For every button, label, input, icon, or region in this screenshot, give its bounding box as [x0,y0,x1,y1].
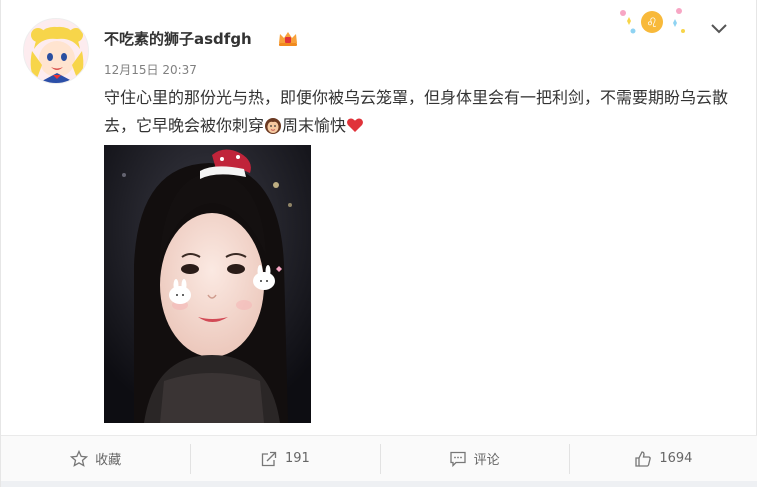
post-text: 守住心里的那份光与热，即便你被乌云笼罩，但身体里会有一把利剑，不需要期盼乌云散去… [104,84,734,140]
favorite-button[interactable]: 收藏 [1,436,190,481]
share-arrow-icon [261,451,277,466]
post-text-main: 守住心里的那份光与热，即便你被乌云笼罩，但身体里会有一把利剑，不需要期盼乌云散去… [104,88,729,135]
avatar-cartoon-icon [24,19,88,83]
repost-count: 191 [284,451,310,466]
weibo-post-card: 不吃素的狮子asdfgh 12月15日 20:37 ♌ 守住心里的那份光与热，即… [0,0,757,487]
comment-label: 评论 [473,453,500,468]
selfie-photo-image [104,145,311,423]
repost-button[interactable]: 191 [190,436,379,481]
red-heart-emoji [347,118,363,132]
leo-zodiac-badge-icon: ♌ [620,8,685,34]
chevron-down-icon[interactable] [708,18,730,38]
like-button[interactable]: 1694 [568,436,757,481]
comment-button[interactable]: 评论 [379,436,569,481]
action-bar: 收藏 191 评论 1694 [1,435,757,481]
like-count: 1694 [659,451,693,466]
star-outline-icon [70,449,89,467]
post-text-end: 周末愉快 [282,116,347,135]
post-photo[interactable] [104,145,311,423]
svg-text:♌: ♌ [646,16,658,31]
favorite-label: 收藏 [95,453,122,468]
comment-bubble-icon [449,451,466,467]
thumbs-up-icon [635,450,652,467]
crown-badge-icon[interactable] [277,29,299,47]
username[interactable]: 不吃素的狮子asdfgh [104,28,252,49]
post-timestamp[interactable]: 12月15日 20:37 [104,61,197,78]
girl-face-emoji [265,118,282,134]
card-bottom-divider [1,481,757,487]
user-avatar[interactable] [23,18,89,84]
